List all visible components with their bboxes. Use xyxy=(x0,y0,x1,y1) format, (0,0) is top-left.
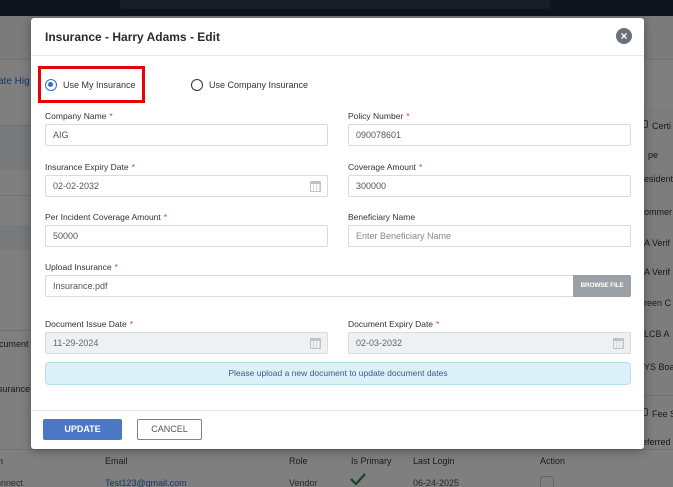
calendar-icon xyxy=(613,338,624,349)
per-incident-coverage-input[interactable]: 50000 xyxy=(45,225,328,247)
info-message: Please upload a new document to update d… xyxy=(45,362,631,385)
modal-title: Insurance - Harry Adams - Edit xyxy=(45,30,220,44)
document-expiry-date-input: 02-03-2032 xyxy=(348,332,631,354)
update-button[interactable]: UPDATE xyxy=(43,419,122,440)
close-icon[interactable]: × xyxy=(616,28,632,44)
radio-use-my-insurance[interactable]: Use My Insurance xyxy=(45,79,136,91)
radio-checked-icon[interactable] xyxy=(45,79,57,91)
modal-footer xyxy=(31,410,644,449)
cancel-button[interactable]: CANCEL xyxy=(137,419,202,440)
document-expiry-date-value: 02-03-2032 xyxy=(356,338,403,348)
company-name-label: Company Name * xyxy=(45,111,113,121)
per-incident-coverage-label: Per Incident Coverage Amount * xyxy=(45,212,168,222)
calendar-icon xyxy=(310,338,321,349)
insurance-expiry-date-value: 02-02-2032 xyxy=(53,181,100,191)
document-expiry-date-label: Document Expiry Date * xyxy=(348,319,440,329)
insurance-expiry-date-input[interactable]: 02-02-2032 xyxy=(45,175,328,197)
coverage-amount-input[interactable]: 300000 xyxy=(348,175,631,197)
document-issue-date-input: 11-29-2024 xyxy=(45,332,328,354)
beneficiary-name-label: Beneficiary Name xyxy=(348,212,416,222)
policy-number-label: Policy Number * xyxy=(348,111,410,121)
coverage-amount-label: Coverage Amount * xyxy=(348,162,423,172)
upload-insurance-input[interactable]: Insurance.pdf xyxy=(45,275,575,297)
policy-number-input[interactable]: 090078601 xyxy=(348,124,631,146)
document-issue-date-label: Document Issue Date * xyxy=(45,319,134,329)
radio-label: Use My Insurance xyxy=(63,80,136,90)
company-name-input[interactable]: AIG xyxy=(45,124,328,146)
radio-use-company-insurance[interactable]: Use Company Insurance xyxy=(191,79,308,91)
document-issue-date-value: 11-29-2024 xyxy=(53,338,99,348)
upload-insurance-label: Upload Insurance * xyxy=(45,262,118,272)
beneficiary-name-input[interactable]: Enter Beneficiary Name xyxy=(348,225,631,247)
calendar-icon[interactable] xyxy=(310,181,321,192)
insurance-edit-modal: Insurance - Harry Adams - Edit × Use My … xyxy=(31,18,644,449)
radio-label: Use Company Insurance xyxy=(209,80,309,90)
modal-header: Insurance - Harry Adams - Edit × xyxy=(31,18,644,56)
insurance-expiry-date-label: Insurance Expiry Date * xyxy=(45,162,135,172)
browse-file-button[interactable]: BROWSE FILE xyxy=(573,275,631,297)
radio-unchecked-icon[interactable] xyxy=(191,79,203,91)
